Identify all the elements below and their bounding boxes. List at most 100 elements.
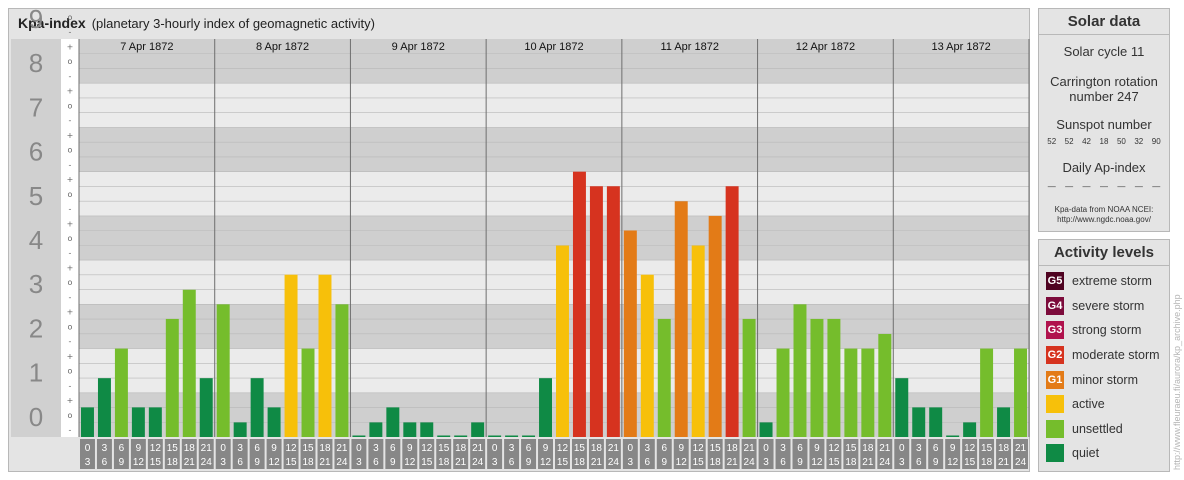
hour-end-label: 24 xyxy=(608,457,620,468)
day-label: 11 Apr 1872 xyxy=(660,41,719,53)
kp-bar xyxy=(522,435,536,437)
level-swatch xyxy=(1046,419,1064,438)
hour-end-label: 9 xyxy=(254,457,260,468)
sunspot-value: 32 xyxy=(1134,137,1144,146)
hour-start-label: 21 xyxy=(744,443,756,454)
hour-end-label: 6 xyxy=(237,457,243,468)
kp-bar xyxy=(165,318,179,437)
hour-start-label: 6 xyxy=(254,443,260,454)
kp-bar xyxy=(250,378,264,437)
y-tick-label: 0 xyxy=(29,402,43,432)
kp-bar xyxy=(386,407,400,437)
activity-levels-heading: Activity levels xyxy=(1039,240,1169,266)
data-source-url[interactable]: http://www.ngdc.noaa.gov/ xyxy=(1039,215,1169,225)
y-tick-label: 9 xyxy=(29,9,43,34)
hour-end-label: 15 xyxy=(964,457,976,468)
hour-end-label: 24 xyxy=(472,457,484,468)
level-item-minor-storm: G1 minor storm xyxy=(1039,367,1169,392)
ap-value: — xyxy=(1117,182,1126,191)
hour-start-label: 6 xyxy=(119,443,125,454)
kp-bar xyxy=(454,435,468,437)
sunspot-value: 50 xyxy=(1116,137,1126,146)
kp-bar xyxy=(148,407,162,437)
kp-bar xyxy=(827,318,841,437)
hour-start-label: 18 xyxy=(998,443,1010,454)
kp-bar xyxy=(505,435,519,437)
level-swatch: G4 xyxy=(1046,296,1064,315)
hour-end-label: 9 xyxy=(119,457,125,468)
hour-start-label: 12 xyxy=(421,443,433,454)
ap-value: — xyxy=(1065,182,1074,191)
kp-chart-panel: Kpa-index (planetary 3-hourly index of ge… xyxy=(8,8,1030,472)
hour-end-label: 15 xyxy=(693,457,705,468)
kp-bar xyxy=(946,435,960,437)
credit-url: http://www.fleuraeu.fi/aurora/kp_archive… xyxy=(1172,294,1182,470)
solar-cycle: Solar cycle 11 xyxy=(1063,44,1145,59)
hour-start-label: 9 xyxy=(814,443,820,454)
hour-start-label: 6 xyxy=(390,443,396,454)
hour-end-label: 21 xyxy=(591,457,603,468)
y-minor-label: + xyxy=(67,42,74,51)
solar-data-heading: Solar data xyxy=(1039,9,1169,35)
kp-bar xyxy=(793,304,807,437)
hour-end-label: 24 xyxy=(879,457,891,468)
level-swatch: G1 xyxy=(1046,370,1064,389)
hour-start-label: 0 xyxy=(763,443,769,454)
hour-start-label: 9 xyxy=(543,443,549,454)
kp-bar xyxy=(691,245,705,437)
kp-bar xyxy=(216,304,230,437)
hour-end-label: 24 xyxy=(336,457,348,468)
hour-start-label: 12 xyxy=(150,443,162,454)
hour-start-label: 3 xyxy=(645,443,651,454)
y-minor-label: + xyxy=(67,87,74,96)
hour-end-label: 12 xyxy=(540,457,552,468)
kp-bar xyxy=(623,230,637,437)
hour-end-label: 6 xyxy=(373,457,379,468)
sunspot-value: 90 xyxy=(1151,137,1161,146)
kp-bar xyxy=(556,245,569,437)
hour-end-label: 6 xyxy=(916,457,922,468)
hour-start-label: 15 xyxy=(302,443,314,454)
kp-bar xyxy=(844,348,858,437)
hour-end-label: 15 xyxy=(828,457,840,468)
hour-start-label: 9 xyxy=(136,443,142,454)
activity-levels-list: G5 extreme storm G4 severe storm G3 stro… xyxy=(1039,266,1169,466)
kp-bar xyxy=(301,348,315,437)
hour-end-label: 12 xyxy=(811,457,823,468)
hour-end-label: 24 xyxy=(201,457,213,468)
hour-end-label: 3 xyxy=(492,457,498,468)
ap-value: — xyxy=(1047,182,1056,191)
day-label: 8 Apr 1872 xyxy=(256,41,309,53)
hour-end-label: 15 xyxy=(421,457,433,468)
kp-bar xyxy=(131,407,145,437)
hour-start-label: 0 xyxy=(85,443,91,454)
kp-bar xyxy=(861,348,875,437)
hour-start-label: 3 xyxy=(237,443,243,454)
kp-bar xyxy=(657,318,671,437)
hour-end-label: 21 xyxy=(319,457,331,468)
hour-start-label: 12 xyxy=(828,443,840,454)
kp-bar xyxy=(233,422,247,437)
y-minor-label: o xyxy=(68,278,73,287)
kp-bar xyxy=(437,435,451,437)
hour-start-label: 18 xyxy=(184,443,196,454)
kp-bar xyxy=(199,378,213,437)
hour-end-label: 9 xyxy=(661,457,667,468)
solar-data-panel: Solar data Solar cycle 11 Carrington rot… xyxy=(1038,8,1170,232)
kp-bar xyxy=(810,318,824,437)
hour-start-label: 18 xyxy=(591,443,603,454)
hour-start-label: 3 xyxy=(780,443,786,454)
y-minor-label: o xyxy=(68,411,73,420)
level-item-unsettled: unsettled xyxy=(1039,417,1169,442)
hour-start-label: 9 xyxy=(407,443,413,454)
hour-end-label: 18 xyxy=(710,457,722,468)
hour-start-label: 0 xyxy=(628,443,634,454)
level-item-moderate-storm: G2 moderate storm xyxy=(1039,343,1169,368)
kp-band xyxy=(79,127,1029,172)
hour-end-label: 9 xyxy=(526,457,532,468)
y-minor-label: o xyxy=(68,322,73,331)
hour-end-label: 15 xyxy=(557,457,569,468)
y-minor-label: + xyxy=(67,396,74,405)
y-tick-label: 2 xyxy=(29,313,43,343)
level-item-active: active xyxy=(1039,392,1169,417)
